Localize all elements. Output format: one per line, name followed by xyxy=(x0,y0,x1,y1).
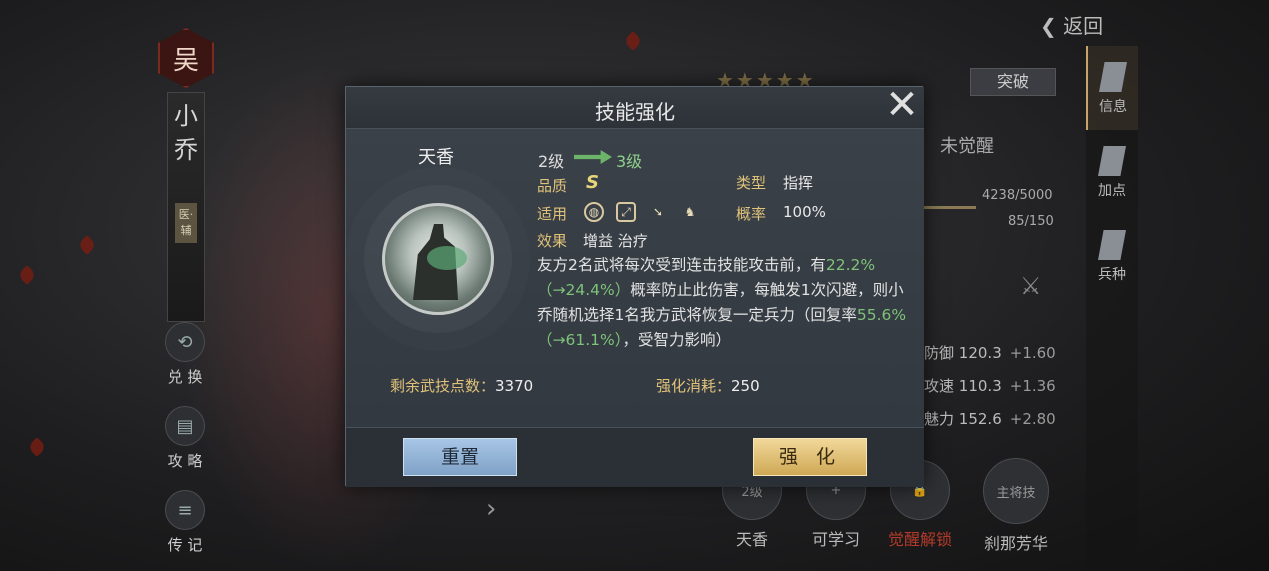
guide-icon: ▤ xyxy=(165,406,205,446)
maple-leaf-decoration xyxy=(623,31,643,51)
scroll-icon xyxy=(1099,62,1127,92)
sword-icon: ⚔ xyxy=(1020,272,1042,300)
stat-attack-speed: 攻速 110.3 +1.36 xyxy=(924,377,1056,395)
exchange-button[interactable]: ⟲ 兑 换 xyxy=(160,322,210,387)
skill-slot-leader[interactable]: 主将技 刹那芳华 xyxy=(978,458,1054,554)
horse-icon: ♞ xyxy=(684,205,696,219)
type-value: 指挥 xyxy=(783,174,814,192)
helmet-icon xyxy=(1098,230,1126,260)
effect-label: 效果 xyxy=(537,232,568,250)
level-to: 3级 xyxy=(616,152,643,171)
reset-button[interactable]: 重置 xyxy=(403,438,517,476)
tab-attributes[interactable]: 加点 xyxy=(1086,130,1138,214)
troops-value: 85/150 xyxy=(1008,214,1054,229)
biography-button[interactable]: ≡ 传 记 xyxy=(160,490,210,555)
exp-bar xyxy=(924,206,976,209)
hero-name-char: 乔 xyxy=(174,136,198,164)
hero-name-banner: 小 乔 医·辅 xyxy=(167,92,205,322)
maple-leaf-decoration xyxy=(77,235,97,255)
stat-charm: 魅力 152.6 +2.80 xyxy=(924,410,1056,428)
tab-troops[interactable]: 兵种 xyxy=(1086,214,1138,298)
dialog-title: 技能强化 xyxy=(595,100,675,124)
skill-portrait xyxy=(382,203,494,315)
awaken-status: 未觉醒 xyxy=(940,136,994,157)
rate-label: 概率 xyxy=(736,205,767,223)
back-arrow-icon: ❮ xyxy=(1040,14,1064,38)
skill-name: 天香 xyxy=(418,147,454,168)
leader-skill-icon: 主将技 xyxy=(983,458,1049,524)
stat-defense: 防御 120.3 +1.60 xyxy=(924,344,1056,362)
applicable-label: 适用 xyxy=(537,205,568,223)
hero-name-char: 小 xyxy=(174,102,198,130)
role-tag: 医·辅 xyxy=(175,203,197,243)
maple-leaf-decoration xyxy=(27,437,47,457)
rate-value: 100% xyxy=(783,203,826,221)
exp-value: 4238/5000 xyxy=(982,188,1053,203)
type-label: 类型 xyxy=(736,174,767,192)
back-button[interactable]: ❮ 返回 xyxy=(1040,10,1103,39)
tab-info[interactable]: 信息 xyxy=(1086,46,1138,130)
close-icon[interactable]: ✕ xyxy=(880,85,924,129)
exchange-icon: ⟲ xyxy=(165,322,205,362)
maple-leaf-decoration xyxy=(17,265,37,285)
shield-icon: ◍ xyxy=(584,202,604,222)
level-from: 2级 xyxy=(538,152,565,171)
quality-label: 品质 xyxy=(537,177,568,195)
effect-value: 增益 治疗 xyxy=(583,232,648,250)
bow-icon: ⤢ xyxy=(616,202,636,222)
skill-glow xyxy=(427,246,467,270)
armor-icon xyxy=(1098,146,1126,176)
faction-label: 吴 xyxy=(172,45,199,76)
remaining-points: 剩余武技点数：3370 xyxy=(390,377,534,395)
skill-enhance-dialog: 技能强化 ✕ 天香 2级 3级 品质 S 类型 指挥 适用 ◍ ⤢ ➘ ♞ 概率… xyxy=(345,85,924,487)
breakthrough-button[interactable]: 突破 xyxy=(970,68,1056,96)
chevron-right-icon[interactable]: › xyxy=(486,494,496,524)
right-tab-bar: 信息 加点 兵种 xyxy=(1086,46,1138,571)
skill-description: 友方2名武将每次受到连击技能攻击前，有22.2%（→24.4%）概率防止此伤害，… xyxy=(537,256,907,349)
enhance-button[interactable]: 强 化 xyxy=(753,438,867,476)
guide-button[interactable]: ▤ 攻 略 xyxy=(160,406,210,471)
biography-icon: ≡ xyxy=(165,490,205,530)
spear-icon: ➘ xyxy=(652,205,664,219)
enhance-cost: 强化消耗：250 xyxy=(656,377,760,395)
quality-value: S xyxy=(586,172,599,193)
